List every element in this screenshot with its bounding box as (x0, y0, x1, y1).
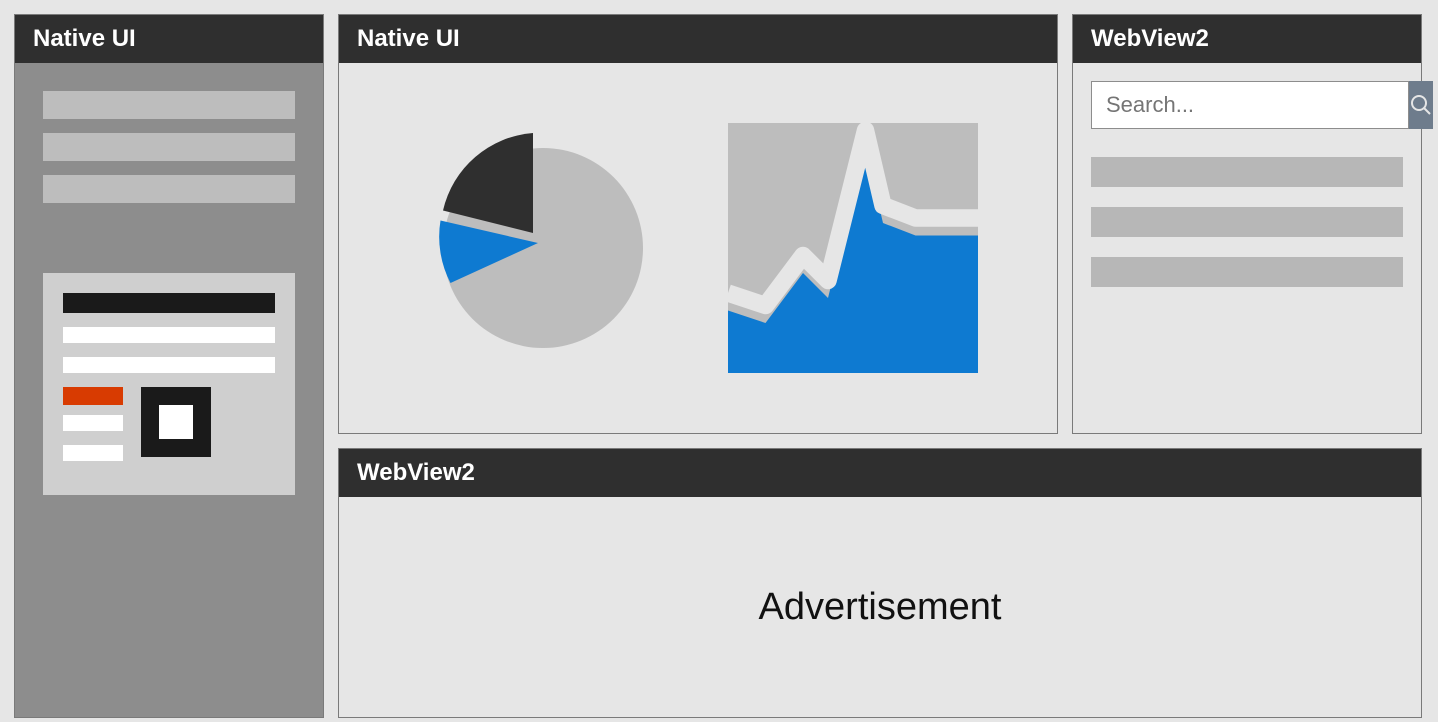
placeholder-line (63, 445, 123, 461)
placeholder-line (63, 357, 275, 373)
panel-title: Native UI (15, 15, 323, 63)
placeholder-result (1091, 207, 1403, 237)
accent-line (63, 387, 123, 405)
placeholder-line (63, 293, 275, 313)
placeholder-result (1091, 257, 1403, 287)
webview2-search-panel: WebView2 (1072, 14, 1422, 434)
advertisement-label: Advertisement (759, 586, 1002, 629)
placeholder-result (1091, 157, 1403, 187)
pie-chart-icon (418, 123, 668, 373)
native-ui-charts-panel: Native UI (338, 14, 1058, 434)
placeholder-bar (43, 133, 295, 161)
native-ui-left-panel: Native UI (14, 14, 324, 718)
webview2-ad-panel: WebView2 Advertisement (338, 448, 1422, 718)
search-button[interactable] (1409, 81, 1433, 129)
panel-title: Native UI (339, 15, 1057, 63)
search-icon (1409, 93, 1433, 117)
panel-title: WebView2 (339, 449, 1421, 497)
placeholder-bar (43, 91, 295, 119)
placeholder-bar (43, 175, 295, 203)
search-input[interactable] (1091, 81, 1409, 129)
placeholder-line (63, 327, 275, 343)
panel-title: WebView2 (1073, 15, 1421, 63)
placeholder-line (63, 415, 123, 431)
stop-icon (141, 387, 211, 457)
content-card (43, 273, 295, 495)
area-chart-icon (728, 123, 978, 373)
